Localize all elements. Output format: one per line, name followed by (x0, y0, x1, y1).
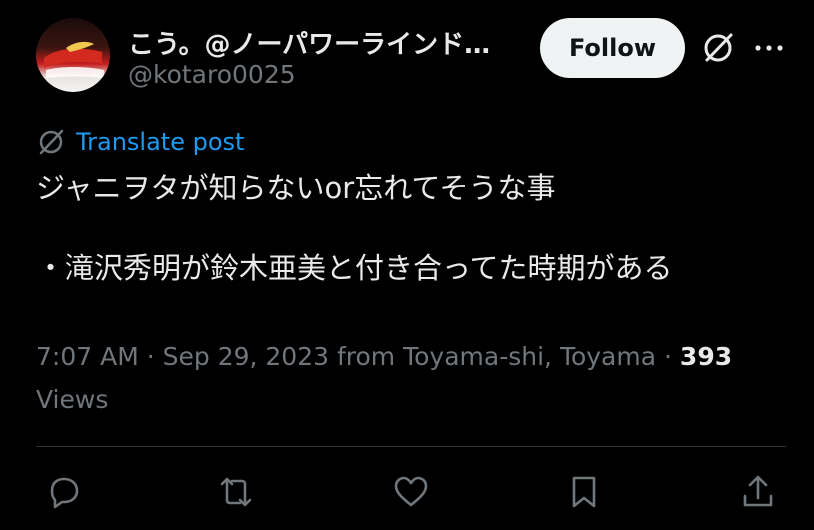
meta-separator: · (146, 342, 163, 371)
tweet-meta: 7:07 AM · Sep 29, 2023 from Toyama-shi, … (36, 335, 776, 421)
tweet-text: ジャニヲタが知らないor忘れてそうな事 ・滝沢秀明が鈴木亜美と付き合ってた時期が… (36, 168, 673, 288)
views-count: 393 (679, 342, 733, 371)
translate-icon (39, 129, 64, 155)
tweet-line-1: ジャニヲタが知らないor忘れてそうな事 (36, 171, 556, 205)
follow-button[interactable]: Follow (540, 18, 685, 78)
author-display-name[interactable]: こう。@ノーパワーラインド… (128, 24, 518, 61)
meta-separator: · (664, 342, 680, 371)
views-label: Views (36, 385, 109, 414)
tweet-line-2: ・滝沢秀明が鈴木亜美と付き合ってた時期がある (36, 251, 673, 285)
reply-icon[interactable] (44, 472, 84, 512)
divider (36, 446, 786, 447)
repost-icon[interactable] (216, 472, 256, 512)
more-icon[interactable] (752, 38, 788, 58)
grok-icon[interactable] (700, 30, 736, 66)
tweet-date[interactable]: Sep 29, 2023 (163, 342, 329, 371)
tweet-time[interactable]: 7:07 AM (36, 342, 139, 371)
author-handle[interactable]: @kotaro0025 (128, 60, 296, 89)
like-icon[interactable] (391, 472, 431, 512)
translate-post-link[interactable]: Translate post (36, 126, 244, 158)
bookmark-icon[interactable] (564, 472, 604, 512)
tweet-location: from Toyama-shi, Toyama (336, 342, 657, 371)
avatar-image (44, 41, 104, 78)
share-icon[interactable] (738, 472, 778, 512)
translate-label[interactable]: Translate post (76, 128, 244, 156)
avatar[interactable] (36, 18, 110, 92)
